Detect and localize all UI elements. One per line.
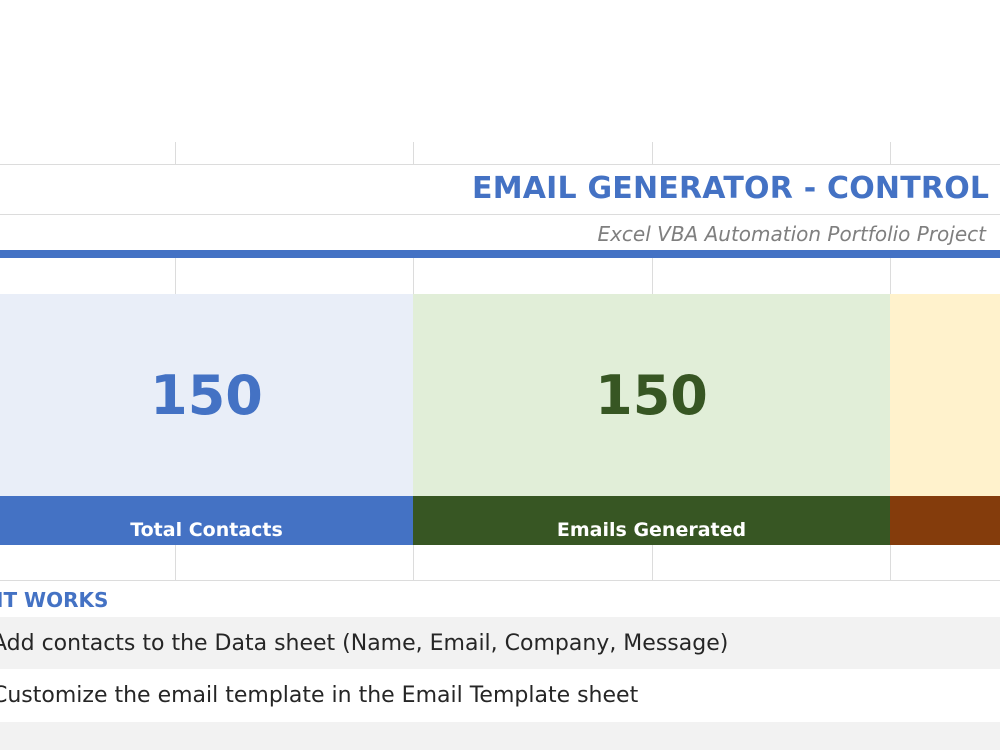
card-value-area: [890, 294, 1000, 496]
emails-generated-value: 150: [595, 363, 708, 427]
gridline: [413, 142, 414, 165]
gridline: [652, 545, 653, 581]
gridline: [175, 142, 176, 165]
step-row[interactable]: [0, 722, 1000, 750]
third-stat-card[interactable]: [890, 294, 1000, 545]
gridline: [0, 214, 1000, 215]
emails-generated-card[interactable]: 150 Emails Generated: [413, 294, 890, 545]
gridline: [652, 258, 653, 294]
total-contacts-value: 150: [150, 363, 263, 427]
spreadsheet-canvas[interactable]: EMAIL GENERATOR - CONTROL PA Excel VBA A…: [0, 0, 1000, 750]
step-text: Add contacts to the Data sheet (Name, Em…: [0, 631, 729, 656]
gridline: [175, 258, 176, 294]
dashboard-title[interactable]: EMAIL GENERATOR - CONTROL PA: [472, 171, 1000, 206]
emails-generated-label: Emails Generated: [556, 518, 747, 541]
gridline: [652, 142, 653, 165]
card-value-area: 150: [0, 294, 413, 496]
dashboard-subtitle[interactable]: Excel VBA Automation Portfolio Project: [597, 222, 986, 246]
gridline: [890, 545, 891, 581]
gridline: [413, 545, 414, 581]
total-contacts-label: Total Contacts: [130, 518, 283, 541]
step-row[interactable]: Customize the email template in the Emai…: [0, 670, 1000, 722]
total-contacts-card[interactable]: 150 Total Contacts: [0, 294, 413, 545]
how-it-works-heading[interactable]: IT WORKS: [0, 588, 108, 612]
card-value-area: 150: [413, 294, 890, 496]
card-label-bar: [890, 496, 1000, 545]
step-text: Customize the email template in the Emai…: [0, 683, 639, 708]
gridline: [890, 258, 891, 294]
step-row[interactable]: Add contacts to the Data sheet (Name, Em…: [0, 617, 1000, 669]
gridline: [0, 164, 1000, 165]
card-label-bar: Emails Generated: [413, 496, 890, 545]
gridline: [0, 580, 1000, 581]
card-label-bar: Total Contacts: [0, 496, 413, 545]
gridline: [175, 545, 176, 581]
gridline: [413, 258, 414, 294]
title-underline: [0, 250, 1000, 258]
gridline: [890, 142, 891, 165]
